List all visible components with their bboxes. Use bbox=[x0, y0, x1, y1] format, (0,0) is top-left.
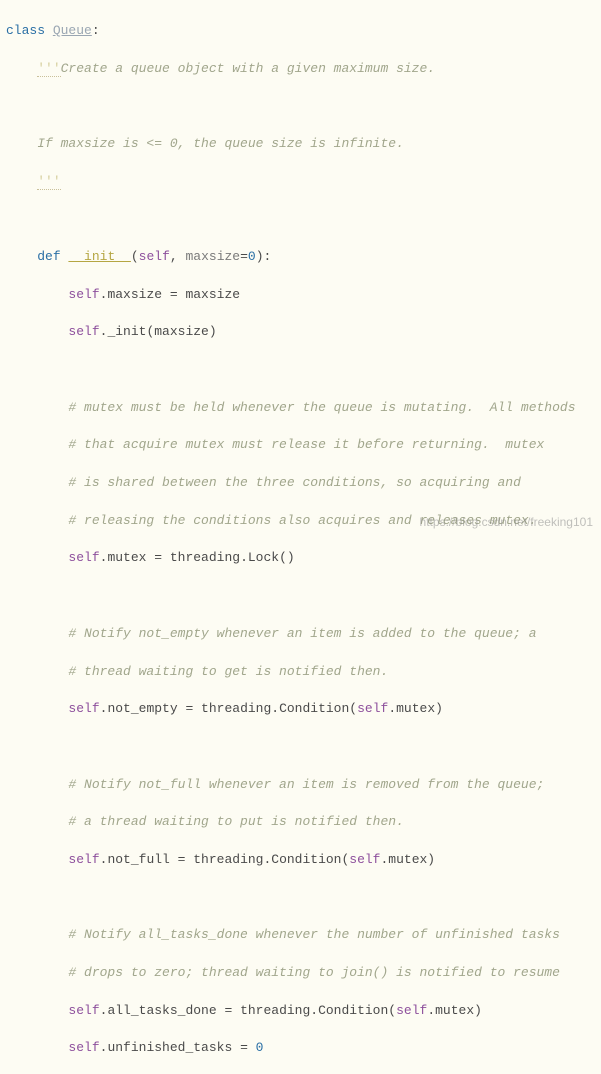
comment-nf2: # a thread waiting to put is notified th… bbox=[6, 813, 601, 832]
blank-line bbox=[6, 210, 601, 229]
comment-ne2: # thread waiting to get is notified then… bbox=[6, 663, 601, 682]
stmt-notfull: self.not_full = threading.Condition(self… bbox=[6, 851, 601, 870]
method-name: __init__ bbox=[68, 249, 130, 264]
stmt-notempty: self.not_empty = threading.Condition(sel… bbox=[6, 700, 601, 719]
stmt-maxsize: self.maxsize = maxsize bbox=[6, 286, 601, 305]
stmt-mutex: self.mutex = threading.Lock() bbox=[6, 549, 601, 568]
comment-mutex2: # that acquire mutex must release it bef… bbox=[6, 436, 601, 455]
docstring-line1: '''Create a queue object with a given ma… bbox=[6, 60, 601, 79]
docstring-line2: If maxsize is <= 0, the queue size is in… bbox=[6, 135, 601, 154]
comment-atd2: # drops to zero; thread waiting to join(… bbox=[6, 964, 601, 983]
stmt-unfinished: self.unfinished_tasks = 0 bbox=[6, 1039, 601, 1058]
def-line: def __init__(self, maxsize=0): bbox=[6, 248, 601, 267]
line-class-decl: class Queue: bbox=[6, 22, 601, 41]
comment-ne1: # Notify not_empty whenever an item is a… bbox=[6, 625, 601, 644]
blank-line bbox=[6, 361, 601, 380]
comment-mutex1: # mutex must be held whenever the queue … bbox=[6, 399, 601, 418]
class-name: Queue bbox=[53, 23, 92, 38]
docstring-close: ''' bbox=[6, 173, 601, 192]
stmt-init: self._init(maxsize) bbox=[6, 323, 601, 342]
blank-line bbox=[6, 738, 601, 757]
stmt-alltasksdone: self.all_tasks_done = threading.Conditio… bbox=[6, 1002, 601, 1021]
comment-mutex3: # is shared between the three conditions… bbox=[6, 474, 601, 493]
blank-line bbox=[6, 97, 601, 116]
code-editor: class Queue: '''Create a queue object wi… bbox=[0, 0, 601, 1074]
blank-line bbox=[6, 889, 601, 908]
blank-line bbox=[6, 587, 601, 606]
watermark-text: https://blog.csdn.net/freeking101 bbox=[420, 514, 593, 531]
keyword-class: class bbox=[6, 23, 45, 38]
comment-atd1: # Notify all_tasks_done whenever the num… bbox=[6, 926, 601, 945]
comment-nf1: # Notify not_full whenever an item is re… bbox=[6, 776, 601, 795]
